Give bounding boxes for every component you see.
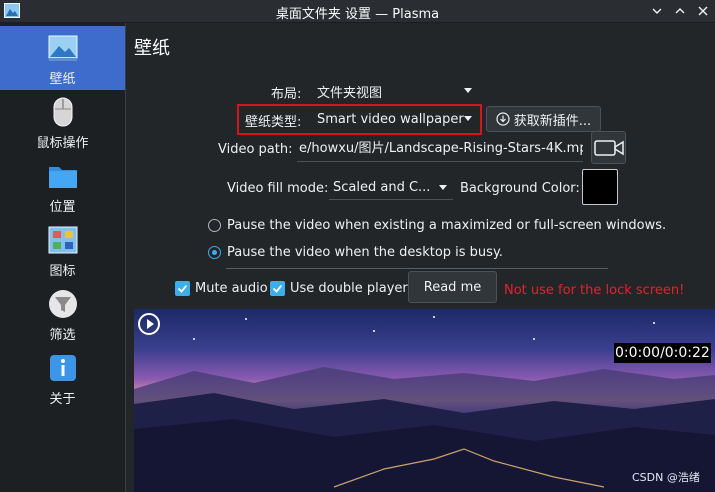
browse-video-button[interactable]: [591, 131, 626, 164]
title-bar: 桌面文件夹 设置 — Plasma: [0, 0, 715, 23]
read-me-button[interactable]: Read me: [408, 271, 497, 303]
pause-maximized-label: Pause the video when existing a maximize…: [227, 218, 667, 233]
sidebar-item-label: 图标: [49, 264, 76, 279]
video-camera-icon: [593, 139, 624, 156]
layout-combo[interactable]: 文件夹视图: [313, 79, 478, 103]
fill-mode-label: Video fill mode:: [227, 181, 329, 196]
wallpaper-type-label: 壁纸类型:: [245, 115, 302, 130]
filter-icon: [48, 290, 77, 318]
sidebar-item-about[interactable]: 关于: [0, 346, 125, 410]
layout-label: 布局:: [271, 87, 302, 102]
lock-screen-warning: Not use for the lock screen!: [504, 283, 685, 298]
checkmark-icon: [177, 284, 188, 293]
chevron-down-icon: [464, 88, 472, 93]
background-color-picker[interactable]: [582, 169, 618, 205]
minimize-button[interactable]: [646, 0, 668, 22]
chevron-down-icon: [652, 8, 662, 14]
double-player-checkbox[interactable]: Use double player: [270, 281, 408, 296]
fill-mode-value: Scaled and C...: [333, 180, 431, 195]
play-icon[interactable]: [138, 313, 160, 335]
mouse-icon: [53, 97, 72, 127]
video-time: 0:0:00/0:0:22: [614, 343, 711, 363]
watermark: CSDN @浩绪: [632, 471, 700, 484]
close-icon: [698, 6, 708, 16]
checkbox[interactable]: [270, 281, 285, 296]
get-new-plugins-button[interactable]: 获取新插件...: [486, 106, 601, 132]
sidebar-item-wallpaper[interactable]: 壁纸: [0, 26, 125, 90]
video-preview: [134, 309, 715, 492]
video-path-label: Video path:: [218, 142, 293, 157]
double-player-label: Use double player: [290, 281, 408, 296]
sidebar-item-mouse-actions[interactable]: 鼠标操作: [0, 90, 125, 154]
sidebar-item-icons[interactable]: 图标: [0, 218, 125, 282]
video-path-input[interactable]: e/howxu/图片/Landscape-Rising-Stars-4K.mp4: [297, 137, 583, 162]
info-icon: [49, 355, 76, 381]
checkbox[interactable]: [175, 281, 190, 296]
wallpaper-icon: [48, 35, 77, 61]
landscape-image: [134, 316, 715, 492]
divider: [226, 268, 608, 269]
pause-busy-label: Pause the video when the desktop is busy…: [227, 245, 503, 260]
chevron-up-icon: [675, 8, 685, 14]
maximize-button[interactable]: [669, 0, 691, 22]
mute-audio-checkbox[interactable]: Mute audio: [175, 281, 268, 296]
folder-icon: [48, 167, 77, 188]
sidebar-item-label: 筛选: [49, 328, 76, 343]
pause-busy-option[interactable]: Pause the video when the desktop is busy…: [208, 245, 503, 260]
sidebar-item-location[interactable]: 位置: [0, 154, 125, 218]
background-color-label: Background Color:: [460, 181, 580, 196]
wallpaper-type-combo[interactable]: Smart video wallpaper: [313, 107, 478, 131]
close-button[interactable]: [692, 0, 714, 22]
sidebar-item-filter[interactable]: 筛选: [0, 282, 125, 346]
sidebar-item-label: 壁纸: [49, 72, 76, 87]
radio-button[interactable]: [208, 219, 221, 232]
sidebar-item-label: 位置: [49, 200, 76, 215]
fill-mode-combo[interactable]: Scaled and C...: [329, 176, 453, 200]
pause-maximized-option[interactable]: Pause the video when existing a maximize…: [208, 218, 666, 233]
window-title: 桌面文件夹 设置 — Plasma: [275, 7, 440, 22]
chevron-down-icon: [464, 116, 472, 121]
page-title: 壁纸: [134, 38, 170, 59]
sidebar-item-label: 关于: [49, 392, 76, 407]
wallpaper-type-value: Smart video wallpaper: [317, 111, 464, 127]
download-icon: [496, 112, 510, 126]
sidebar-item-label: 鼠标操作: [36, 136, 89, 151]
icons-icon: [48, 226, 77, 254]
checkmark-icon: [272, 284, 283, 293]
chevron-down-icon: [439, 185, 447, 190]
layout-value: 文件夹视图: [317, 85, 383, 101]
sidebar: 壁纸 鼠标操作 位置 图标 筛选 关于: [0, 23, 126, 492]
radio-button[interactable]: [208, 246, 221, 259]
mute-audio-label: Mute audio: [195, 281, 268, 296]
get-new-plugins-label: 获取新插件...: [513, 113, 592, 129]
